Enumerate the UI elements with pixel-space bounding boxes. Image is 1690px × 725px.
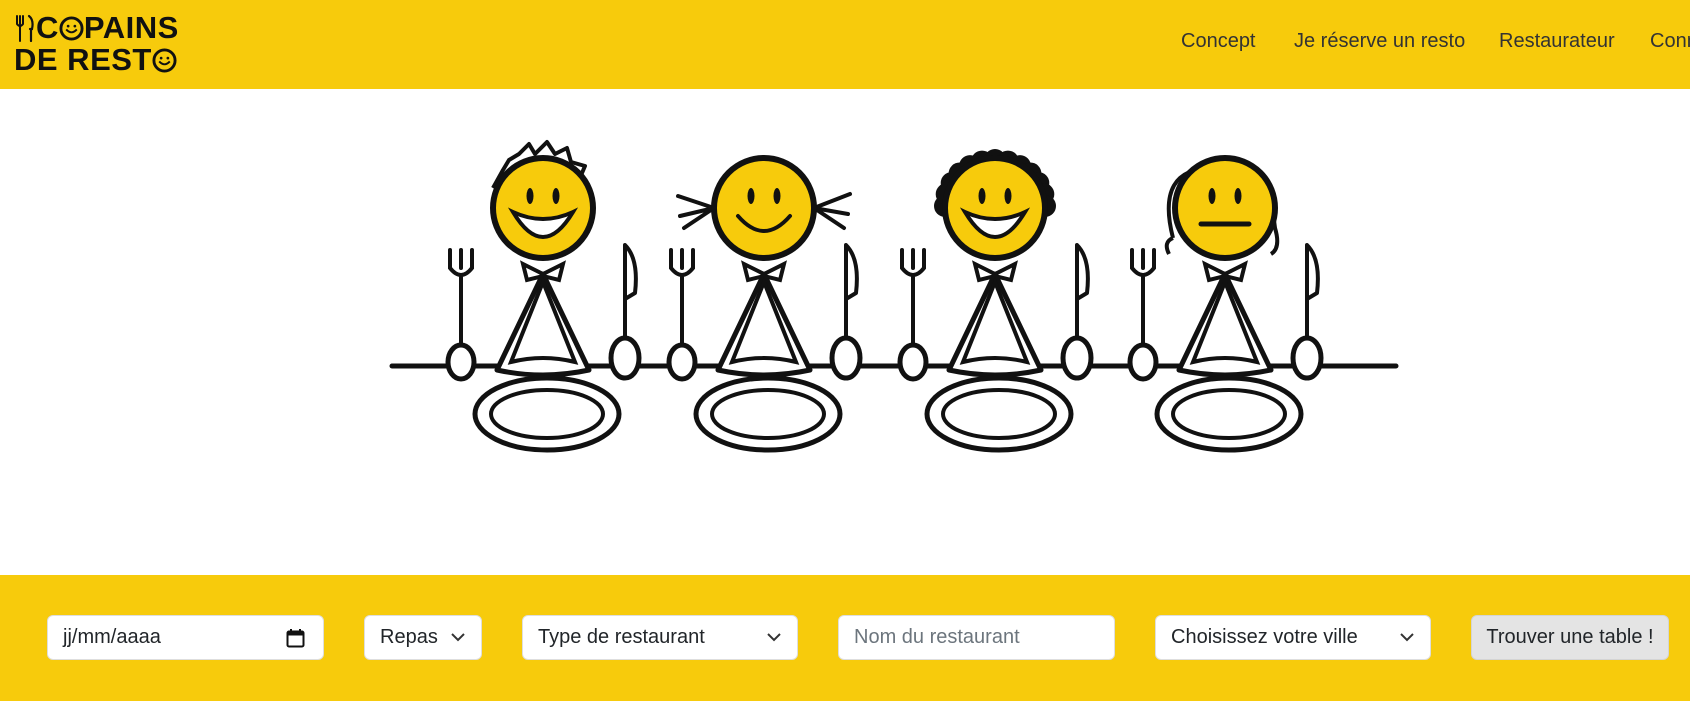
logo-rest-1: PAINS	[83, 10, 179, 45]
hand-left	[666, 342, 698, 382]
hand-left	[1127, 342, 1159, 382]
restaurant-name-input[interactable]: Nom du restaurant	[838, 615, 1115, 660]
logo-c: C	[36, 10, 59, 45]
hand-right	[829, 335, 863, 381]
friend-figure	[445, 140, 642, 453]
knife-icon	[623, 243, 638, 345]
hand-left	[897, 342, 929, 382]
calendar-icon[interactable]	[286, 628, 305, 648]
smiley-eye	[1234, 188, 1242, 204]
smiley-face	[1172, 155, 1278, 261]
city-select[interactable]: Choisissez votre ville	[1155, 615, 1431, 660]
smiley-o-icon	[59, 16, 84, 41]
smiley-face	[711, 155, 817, 261]
meal-select-value: Repas	[380, 626, 438, 648]
nav-connexion[interactable]: Connexion	[1650, 30, 1690, 53]
fork-icon	[900, 248, 926, 349]
fork-icon	[448, 248, 474, 349]
meal-select[interactable]: Repas	[364, 615, 482, 660]
top-navbar: C PAINS DE REST Concept Je réserve un res…	[0, 0, 1690, 89]
smiley-eye	[978, 188, 986, 204]
chevron-down-icon	[1400, 633, 1414, 642]
chevron-down-icon	[451, 633, 465, 642]
hand-right	[1060, 335, 1094, 381]
fork-icon	[669, 248, 695, 349]
logo-de-rest: DE REST	[14, 42, 152, 77]
fork-knife-icon	[16, 14, 34, 42]
hand-right	[608, 335, 642, 381]
nav-reserve-resto[interactable]: Je réserve un resto	[1294, 30, 1465, 53]
smiley-eye	[747, 188, 755, 204]
friend-figure	[666, 155, 863, 453]
restaurant-name-placeholder: Nom du restaurant	[854, 626, 1020, 648]
date-input[interactable]: jj/mm/aaaa	[47, 615, 324, 660]
smiley-eye	[773, 188, 781, 204]
knife-icon	[844, 243, 859, 345]
restaurant-type-select[interactable]: Type de restaurant	[522, 615, 798, 660]
friend-figure	[897, 149, 1094, 453]
knife-icon	[1305, 243, 1320, 345]
nav-concept[interactable]: Concept	[1181, 30, 1256, 53]
restaurant-type-value: Type de restaurant	[538, 626, 705, 648]
smiley-eye	[552, 188, 560, 204]
find-table-button[interactable]: Trouver une table !	[1471, 615, 1669, 660]
chevron-down-icon	[767, 633, 781, 642]
search-bar: jj/mm/aaaa Repas Type de restaurant Nom …	[0, 575, 1690, 701]
knife-icon	[1075, 243, 1090, 345]
fork-icon	[1130, 248, 1156, 349]
hand-right	[1290, 335, 1324, 381]
hero-illustration	[380, 100, 1400, 480]
logo-text-line-1: C PAINS	[36, 12, 179, 43]
brand-logo[interactable]: C PAINS DE REST	[14, 12, 214, 75]
nav-restaurateur[interactable]: Restaurateur	[1499, 30, 1615, 53]
friend-figure	[1127, 155, 1324, 453]
hand-left	[445, 342, 477, 382]
logo-text-line-2: DE REST	[14, 44, 177, 75]
smiley-eye	[1208, 188, 1216, 204]
smiley-o-icon	[152, 48, 177, 73]
smiley-face	[490, 155, 596, 261]
city-select-value: Choisissez votre ville	[1171, 626, 1358, 648]
smiley-eye	[526, 188, 534, 204]
date-placeholder: jj/mm/aaaa	[63, 626, 161, 648]
smiley-face	[942, 155, 1048, 261]
friends-at-table-icon	[389, 140, 1399, 453]
smiley-eye	[1004, 188, 1012, 204]
